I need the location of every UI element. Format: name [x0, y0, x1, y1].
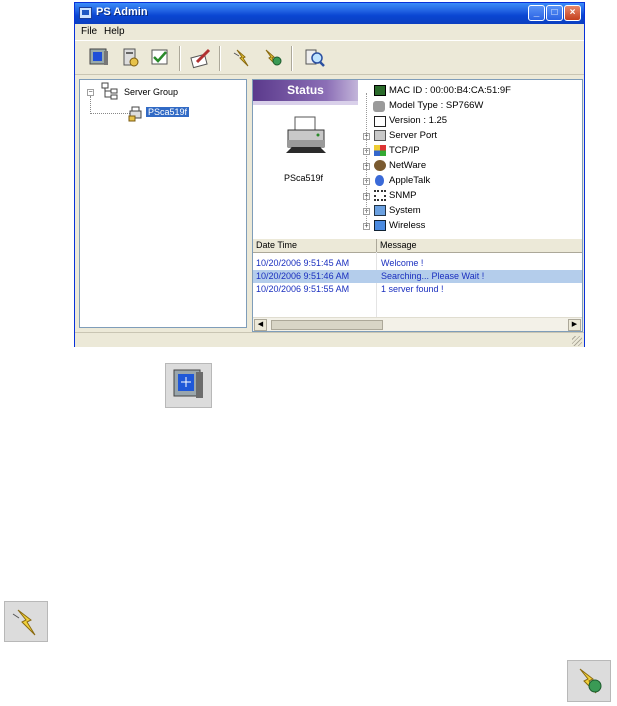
log-message: Welcome !	[381, 258, 424, 268]
netware-icon	[374, 160, 386, 171]
window-title: PS Admin	[96, 6, 148, 18]
ps-admin-window: PS Admin _ □ × File Help − Server Group …	[74, 2, 585, 347]
printer-icon	[286, 116, 326, 153]
property-label: System	[389, 205, 421, 216]
title-bar[interactable]: PS Admin _ □ ×	[75, 3, 584, 24]
tree-line	[90, 113, 130, 115]
log-datetime: 10/20/2006 9:51:55 AM	[256, 284, 350, 294]
log-message: Searching... Please Wait !	[381, 271, 485, 281]
edit-icon[interactable]	[189, 47, 213, 69]
monitor-icon[interactable]	[87, 47, 111, 69]
tree-line	[366, 93, 368, 223]
search-icon[interactable]	[303, 47, 327, 69]
property-label: TCP/IP	[389, 145, 420, 156]
server-settings-icon[interactable]	[119, 47, 143, 69]
expand-toggle[interactable]: +	[363, 223, 370, 230]
property-tree: MAC ID : 00:00:B4:CA:51:9F Model Type : …	[363, 85, 578, 235]
horizontal-scrollbar[interactable]: ◀ ▶	[253, 317, 582, 331]
close-button[interactable]: ×	[564, 5, 581, 21]
server-group-icon	[101, 82, 118, 100]
toolbar-separator	[291, 46, 293, 71]
property-label: Wireless	[389, 220, 426, 231]
menu-help[interactable]: Help	[104, 26, 125, 37]
menu-file[interactable]: File	[81, 26, 97, 37]
status-banner: Status	[253, 80, 358, 101]
property-label: NetWare	[389, 160, 427, 171]
apple-icon	[375, 175, 384, 186]
property-label: MAC ID : 00:00:B4:CA:51:9F	[389, 85, 511, 96]
check-icon[interactable]	[149, 47, 173, 69]
property-label: SNMP	[389, 190, 417, 201]
log-datetime: 10/20/2006 9:51:45 AM	[256, 258, 350, 268]
lightning-icon	[4, 601, 48, 642]
log-header: Date Time Message	[253, 239, 582, 253]
resize-grip-icon[interactable]	[572, 336, 582, 346]
log-message: 1 server found !	[381, 284, 444, 294]
device-name: PSca519f	[284, 173, 324, 183]
toolbar	[75, 40, 584, 75]
tree-line	[90, 96, 92, 114]
property-label: Model Type : SP766W	[389, 100, 484, 111]
toolbar-separator	[179, 46, 181, 71]
server-tree: − Server Group PSca519f	[79, 79, 247, 328]
version-icon	[374, 116, 386, 127]
tree-node-psca519f[interactable]: PSca519f	[146, 107, 190, 117]
wireless-icon	[374, 220, 386, 231]
lightning-stop-icon[interactable]	[261, 47, 285, 69]
property-label: AppleTalk	[389, 175, 431, 186]
snmp-icon	[374, 190, 386, 201]
collapse-toggle[interactable]: −	[87, 89, 94, 96]
scroll-left-icon[interactable]: ◀	[254, 319, 267, 331]
maximize-button[interactable]: □	[546, 5, 563, 21]
tree-root-label[interactable]: Server Group	[124, 87, 178, 97]
log-row[interactable]: 10/20/2006 9:51:45 AM Welcome !	[253, 257, 582, 270]
column-datetime[interactable]: Date Time	[253, 239, 377, 252]
log-row[interactable]: 10/20/2006 9:51:46 AM Searching... Pleas…	[253, 270, 582, 283]
chip-icon	[374, 85, 386, 96]
property-label: Version : 1.25	[389, 115, 448, 126]
tcpip-icon	[374, 145, 386, 156]
property-label: Server Port	[389, 130, 438, 141]
details-pane: Status PSca519f MAC ID : 00:00:B4:CA:51:…	[252, 79, 583, 332]
log-datetime: 10/20/2006 9:51:46 AM	[256, 271, 350, 281]
log-row[interactable]: 10/20/2006 9:51:55 AM 1 server found !	[253, 283, 582, 296]
lightning-icon[interactable]	[231, 47, 255, 69]
menu-bar: File Help	[75, 24, 584, 40]
status-banner-strip	[253, 101, 358, 105]
app-icon	[79, 7, 92, 19]
print-server-icon	[128, 106, 142, 122]
column-message[interactable]: Message	[377, 239, 582, 252]
scroll-thumb[interactable]	[271, 320, 383, 330]
status-bar	[75, 332, 584, 347]
port-icon	[374, 130, 386, 141]
system-icon	[374, 205, 386, 216]
device-icon	[373, 101, 385, 112]
monitor-icon	[165, 363, 212, 408]
lightning-stop-icon	[567, 660, 611, 702]
scroll-right-icon[interactable]: ▶	[568, 319, 581, 331]
minimize-button[interactable]: _	[528, 5, 545, 21]
toolbar-separator	[219, 46, 221, 71]
